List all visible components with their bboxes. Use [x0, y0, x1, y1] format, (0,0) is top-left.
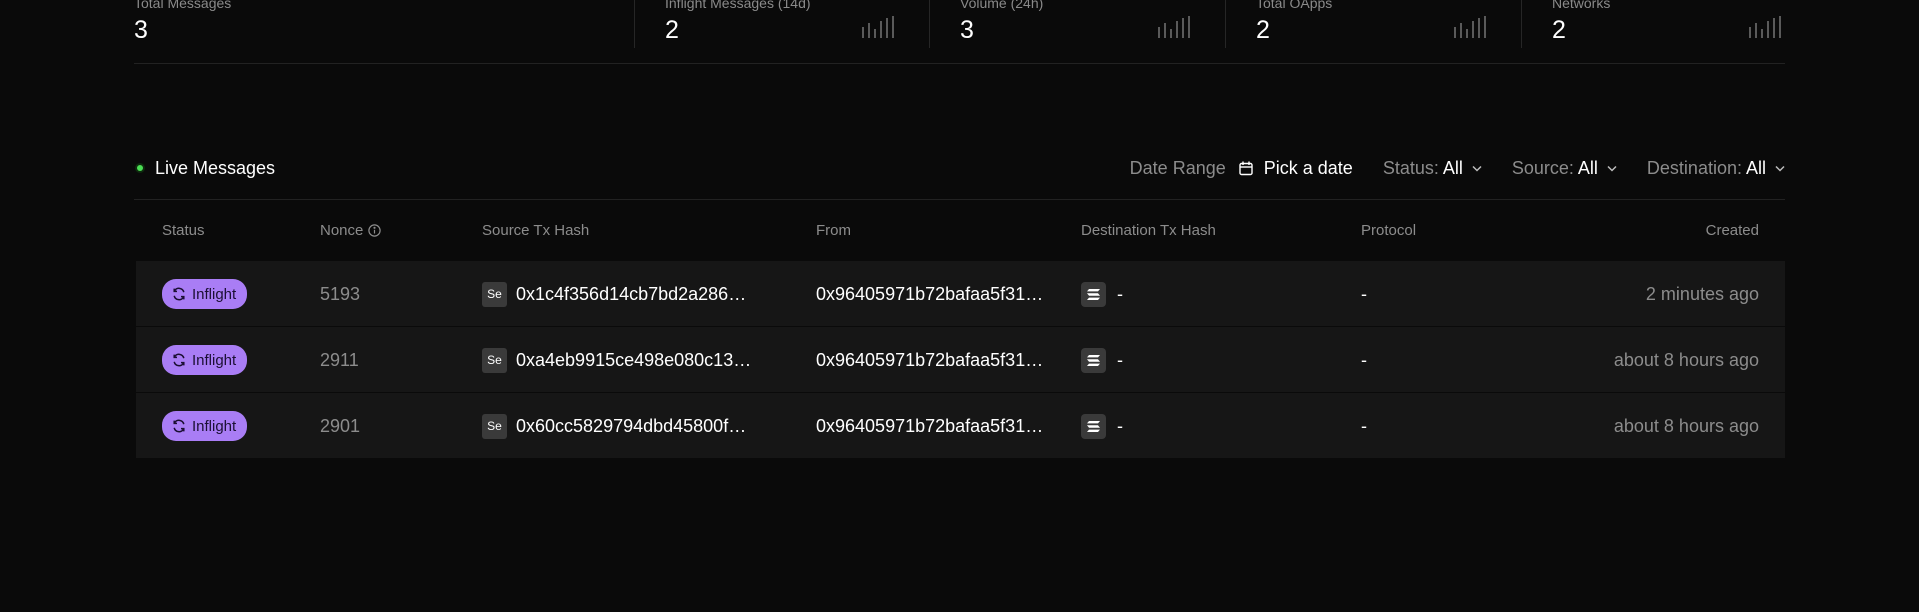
column-header-created[interactable]: Created [1706, 222, 1759, 239]
live-messages-title: Live Messages [155, 157, 276, 178]
protocol-cell: - [1361, 283, 1367, 304]
date-picker-placeholder: Pick a date [1263, 157, 1353, 178]
stats-strip: Total Messages 3 Inflight Messages (14d)… [134, 0, 1785, 64]
date-range-label: Date Range [1129, 157, 1226, 178]
chevron-down-icon [1775, 165, 1785, 172]
column-header-nonce-label: Nonce [320, 222, 364, 239]
table-row[interactable]: Inflight 2901 Se 0x60cc5829794dbd45800f…… [136, 393, 1785, 459]
solana-icon [1081, 347, 1106, 373]
column-header-source-tx[interactable]: Source Tx Hash [482, 222, 589, 239]
stat-divider [1225, 0, 1226, 48]
status-badge: Inflight [162, 345, 248, 375]
info-icon[interactable] [368, 224, 382, 237]
refresh-icon [173, 419, 185, 433]
column-header-protocol[interactable]: Protocol [1361, 222, 1416, 239]
live-indicator-icon [135, 163, 145, 173]
messages-table-header: Status Nonce Source Tx Hash From Destina… [136, 212, 1785, 248]
source-tx-cell: Se 0x1c4f356d14cb7bd2a286… [482, 261, 746, 327]
stat-label: Volume (24h) [960, 0, 1044, 11]
main-content: Total Messages 3 Inflight Messages (14d)… [134, 0, 1785, 459]
stat-divider [634, 0, 635, 48]
source-chain-icon: Se [482, 281, 507, 307]
stat-divider [1521, 0, 1522, 48]
nonce-cell: 2901 [320, 415, 361, 436]
stat-volume: Volume (24h) 3 [929, 0, 1225, 48]
created-cell: 2 minutes ago [1645, 283, 1759, 304]
destination-tx-hash: - [1117, 415, 1123, 436]
destination-filter-dropdown[interactable]: Destination: All [1647, 158, 1785, 179]
table-row[interactable]: Inflight 2911 Se 0xa4eb9915ce498e080c13…… [136, 327, 1785, 393]
status-badge: Inflight [162, 279, 248, 309]
destination-tx-cell: - [1081, 327, 1123, 393]
source-chain-icon: Se [482, 347, 507, 373]
destination-tx-hash: - [1117, 349, 1123, 370]
messages-toolbar: Live Messages Date Range Pick a date Sta… [134, 148, 1785, 188]
stat-networks: Networks 2 [1521, 0, 1785, 48]
stat-label: Total OApps [1256, 0, 1333, 11]
source-tx-hash-link[interactable]: 0xa4eb9915ce498e080c13… [516, 350, 751, 371]
bar-chart-icon [862, 16, 894, 38]
stat-divider [929, 0, 930, 48]
chevron-down-icon [1472, 165, 1482, 172]
stat-label: Inflight Messages (14d) [665, 0, 811, 11]
protocol-cell: - [1361, 415, 1367, 436]
solana-icon [1081, 413, 1106, 439]
status-badge: Inflight [162, 411, 248, 441]
column-header-nonce[interactable]: Nonce [320, 222, 382, 239]
bar-chart-icon [1454, 16, 1486, 38]
destination-filter-value: All [1745, 157, 1766, 178]
solana-icon [1081, 281, 1106, 307]
source-filter-label: Source: [1511, 157, 1574, 178]
refresh-icon [173, 353, 185, 367]
status-filter-value: All [1442, 157, 1463, 178]
messages-table-body: Inflight 5193 Se 0x1c4f356d14cb7bd2a286…… [136, 261, 1785, 459]
column-header-from[interactable]: From [816, 222, 851, 239]
source-tx-cell: Se 0xa4eb9915ce498e080c13… [482, 327, 751, 393]
column-header-destination-tx[interactable]: Destination Tx Hash [1081, 222, 1216, 239]
bar-chart-icon [1749, 16, 1781, 38]
stat-value: 3 [960, 16, 974, 44]
destination-tx-cell: - [1081, 393, 1123, 459]
status-filter-dropdown[interactable]: Status: All [1383, 158, 1482, 179]
source-tx-cell: Se 0x60cc5829794dbd45800f… [482, 393, 746, 459]
stat-value: 2 [665, 16, 679, 44]
bar-chart-icon [1158, 16, 1190, 38]
stat-label: Networks [1552, 0, 1611, 11]
date-picker-button[interactable]: Pick a date [1239, 158, 1353, 179]
status-filter-label: Status: [1382, 157, 1439, 178]
stat-total-messages: Total Messages 3 [134, 0, 634, 48]
from-address-link[interactable]: 0x96405971b72bafaa5f31… [816, 327, 1043, 393]
refresh-icon [173, 287, 185, 301]
table-row[interactable]: Inflight 5193 Se 0x1c4f356d14cb7bd2a286…… [136, 261, 1785, 327]
created-cell: about 8 hours ago [1613, 415, 1759, 436]
source-tx-hash-link[interactable]: 0x60cc5829794dbd45800f… [516, 416, 746, 437]
status-badge-label: Inflight [192, 417, 237, 435]
stat-inflight-messages: Inflight Messages (14d) 2 [634, 0, 929, 48]
section-divider [134, 199, 1785, 200]
created-cell: about 8 hours ago [1613, 349, 1759, 370]
status-badge-label: Inflight [192, 351, 237, 369]
stat-total-oapps: Total OApps 2 [1225, 0, 1521, 48]
status-badge-label: Inflight [192, 285, 237, 303]
source-chain-icon: Se [482, 413, 507, 439]
chevron-down-icon [1607, 165, 1617, 172]
stat-value: 2 [1552, 16, 1566, 44]
filter-bar: Date Range Pick a date Status: All Sourc… [1130, 158, 1785, 179]
stat-label: Total Messages [134, 0, 232, 11]
from-address-link[interactable]: 0x96405971b72bafaa5f31… [816, 393, 1043, 459]
destination-tx-cell: - [1081, 261, 1123, 327]
destination-filter-label: Destination: [1646, 157, 1742, 178]
source-filter-dropdown[interactable]: Source: All [1512, 158, 1617, 179]
stat-value: 3 [134, 16, 148, 44]
source-filter-value: All [1577, 157, 1598, 178]
destination-tx-hash: - [1117, 283, 1123, 304]
calendar-icon [1239, 161, 1253, 175]
nonce-cell: 5193 [320, 283, 361, 304]
from-address-link[interactable]: 0x96405971b72bafaa5f31… [816, 261, 1043, 327]
column-header-status[interactable]: Status [162, 222, 205, 239]
source-tx-hash-link[interactable]: 0x1c4f356d14cb7bd2a286… [516, 284, 746, 305]
stat-value: 2 [1256, 16, 1270, 44]
protocol-cell: - [1361, 349, 1367, 370]
nonce-cell: 2911 [320, 349, 359, 370]
